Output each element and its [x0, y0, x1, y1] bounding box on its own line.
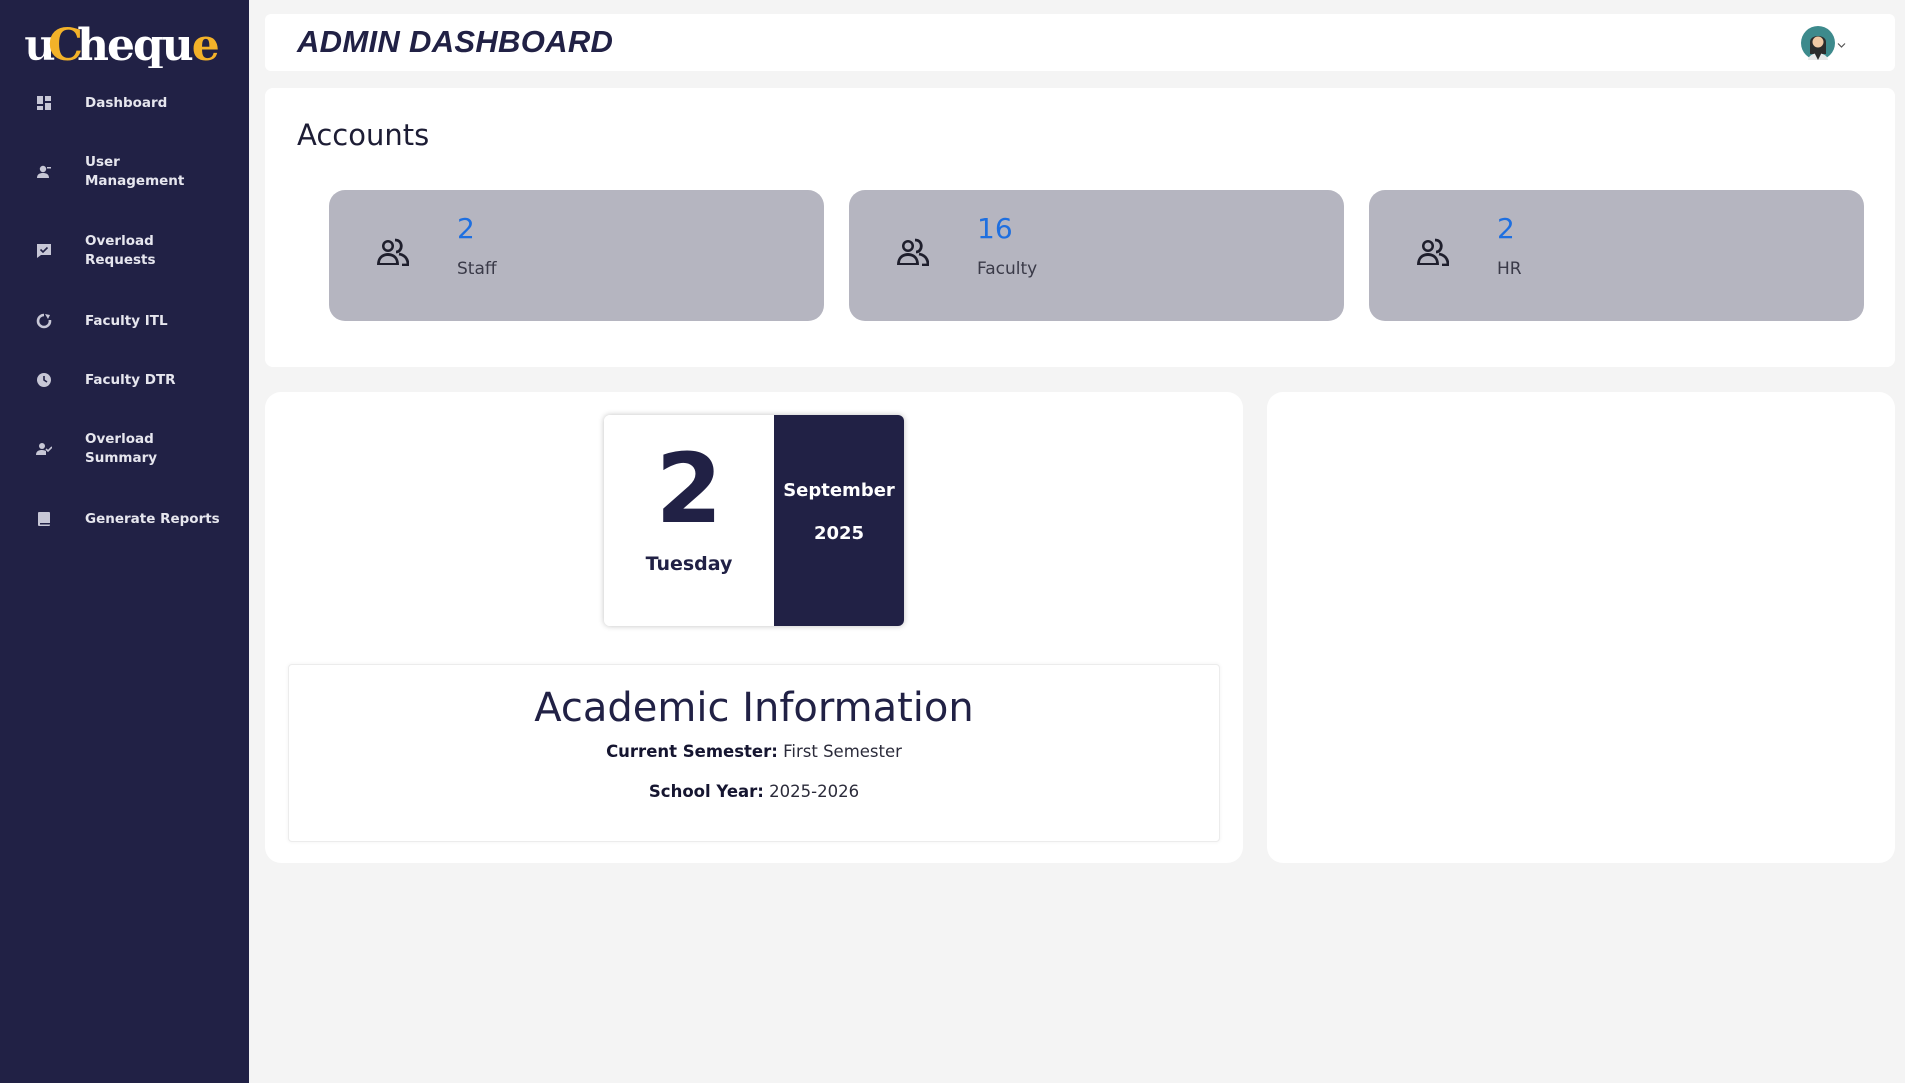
date-day-box: 2 Tuesday	[604, 415, 774, 626]
stat-label: Staff	[457, 259, 497, 279]
check-message-icon	[36, 241, 68, 261]
date-day: 2	[655, 433, 723, 545]
sidebar-item-label: User Management	[85, 154, 185, 189]
sidebar-item-label: Overload Summary	[85, 431, 158, 466]
calendar-academic-panel: 2 Tuesday September 2025 Academic Inform…	[265, 392, 1243, 863]
date-card: 2 Tuesday September 2025	[604, 415, 904, 626]
sidebar-item-faculty-dtr[interactable]: Faculty DTR	[36, 370, 236, 390]
date-month: September	[783, 480, 895, 501]
stat-value: 2	[457, 212, 475, 245]
school-year: School Year: 2025-2026	[289, 782, 1219, 801]
current-semester-value: First Semester	[783, 742, 902, 761]
dashboard-icon	[36, 93, 68, 113]
school-year-value: 2025-2026	[769, 782, 860, 801]
stat-card-staff[interactable]: 2 Staff	[329, 190, 824, 321]
book-icon	[36, 509, 68, 529]
stat-label: HR	[1497, 259, 1522, 279]
stat-card-faculty[interactable]: 16 Faculty	[849, 190, 1344, 321]
user-check-icon	[36, 439, 68, 459]
users-icon	[1417, 238, 1450, 271]
right-panel	[1267, 392, 1895, 863]
stat-card-hr[interactable]: 2 HR	[1369, 190, 1864, 321]
clock-icon	[36, 370, 68, 390]
sidebar-item-label: Overload Requests	[85, 233, 156, 268]
sidebar-item-user-management[interactable]: User Management	[36, 153, 236, 191]
sidebar-item-overload-requests[interactable]: Overload Requests	[36, 232, 236, 270]
chevron-down-icon[interactable]	[1837, 36, 1846, 54]
user-avatar[interactable]	[1801, 26, 1835, 60]
current-semester-label: Current Semester:	[606, 742, 778, 761]
sidebar-item-dashboard[interactable]: Dashboard	[36, 93, 236, 113]
accounts-section: Accounts 2 Staff 16 Faculty 2 HR	[265, 88, 1895, 367]
refresh-circle-icon	[36, 311, 68, 331]
stat-value: 2	[1497, 212, 1515, 245]
sidebar-item-label: Generate Reports	[85, 510, 220, 527]
sidebar: uCheque Dashboard User Management Overlo…	[0, 0, 249, 1083]
sidebar-item-generate-reports[interactable]: Generate Reports	[36, 509, 236, 529]
school-year-label: School Year:	[648, 782, 764, 801]
svg-text:uCheque: uCheque	[24, 20, 218, 68]
academic-info-title: Academic Information	[534, 685, 974, 731]
user-icon	[36, 162, 68, 182]
date-year: 2025	[813, 523, 865, 544]
sidebar-item-overload-summary[interactable]: Overload Summary	[36, 430, 236, 468]
academic-info-card: Academic Information Current Semester: F…	[288, 664, 1220, 842]
sidebar-item-label: Faculty ITL	[85, 312, 168, 329]
date-month-box: September 2025	[774, 415, 904, 626]
stat-value: 16	[977, 212, 1013, 245]
top-bar: ADMIN DASHBOARD	[265, 14, 1895, 71]
users-icon	[377, 238, 410, 271]
app-logo[interactable]: uCheque	[24, 20, 224, 72]
users-icon	[897, 238, 930, 271]
sidebar-item-faculty-itl[interactable]: Faculty ITL	[36, 311, 236, 331]
section-title: Accounts	[297, 118, 430, 152]
sidebar-item-label: Faculty DTR	[85, 371, 176, 388]
stat-label: Faculty	[977, 259, 1038, 279]
sidebar-item-label: Dashboard	[85, 94, 168, 111]
page-title: ADMIN DASHBOARD	[297, 24, 614, 59]
current-semester: Current Semester: First Semester	[289, 742, 1219, 761]
logo-mark: uCheque	[24, 20, 220, 72]
date-weekday: Tuesday	[645, 553, 733, 575]
